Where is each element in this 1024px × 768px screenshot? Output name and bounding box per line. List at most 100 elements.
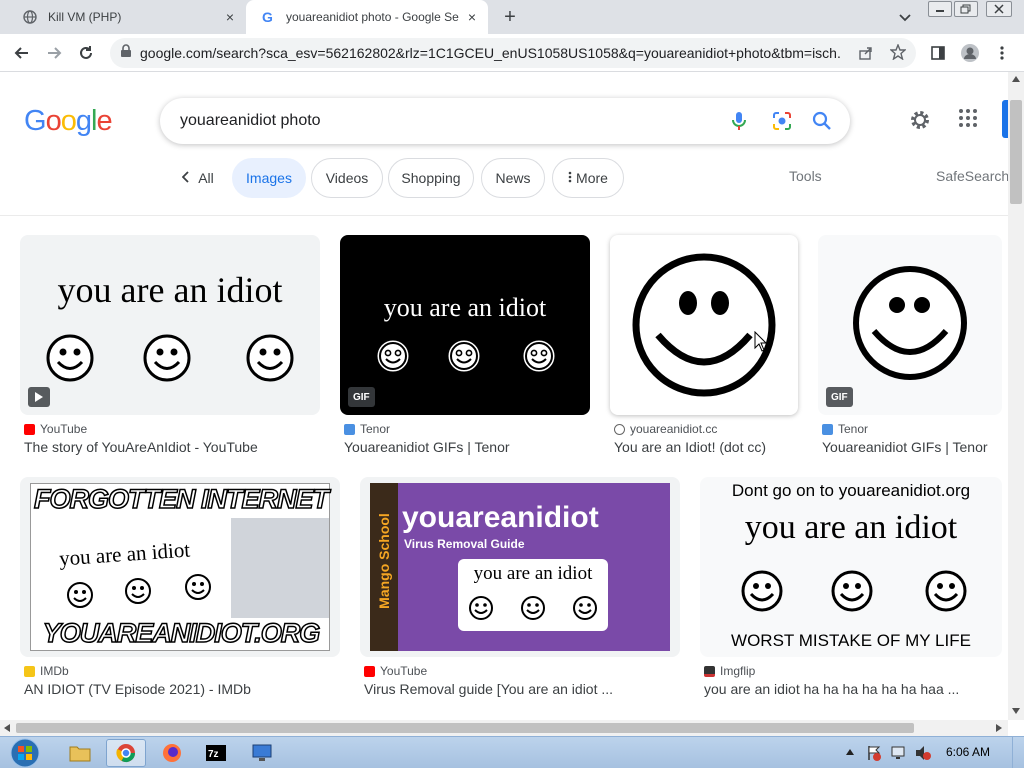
chrome-taskbar-icon[interactable] — [106, 739, 146, 767]
result-title[interactable]: Virus Removal guide [You are an idiot ..… — [364, 681, 680, 697]
remote-desktop-icon[interactable] — [242, 739, 282, 767]
gear-icon[interactable] — [908, 108, 932, 132]
smiley-face-icon — [246, 334, 294, 382]
smiley-face-icon — [143, 334, 191, 382]
result-title[interactable]: Youareanidiot GIFs | Tenor — [822, 439, 1002, 455]
result-thumbnail[interactable]: you are an idiot — [20, 235, 320, 415]
image-result[interactable]: FORGOTTEN INTERNET you are an idiot YOUA… — [20, 477, 340, 709]
file-explorer-icon[interactable] — [60, 739, 100, 767]
image-result[interactable]: Dont go on to youareanidiot.org you are … — [700, 477, 1002, 709]
result-thumbnail[interactable]: Dont go on to youareanidiot.org you are … — [700, 477, 1002, 657]
result-thumbnail[interactable]: GIF — [818, 235, 1002, 415]
chip-all[interactable]: All — [168, 158, 228, 198]
chip-more[interactable]: More — [552, 158, 624, 198]
volume-muted-icon[interactable] — [914, 745, 932, 761]
taskbar-clock[interactable]: 6:06 AM — [946, 745, 990, 759]
microphone-icon[interactable] — [727, 109, 751, 133]
minimize-button[interactable] — [928, 1, 952, 17]
tab-kill-vm[interactable]: Kill VM (PHP) × — [8, 0, 246, 34]
address-bar[interactable]: google.com/search?sca_esv=562162802&rlz=… — [110, 38, 916, 68]
result-source[interactable]: Tenor — [822, 422, 868, 436]
svg-text:G: G — [262, 9, 273, 25]
tab-close-icon[interactable]: × — [464, 9, 480, 25]
show-hidden-icons-icon[interactable] — [846, 749, 854, 755]
close-window-button[interactable] — [986, 1, 1012, 17]
start-button[interactable] — [2, 738, 48, 768]
thumbnail-caption: you are an idiot — [744, 509, 958, 546]
tab-google-search[interactable]: G youareanidiot photo - Google Se × — [246, 0, 488, 34]
safesearch-button[interactable]: SafeSearch — [936, 168, 1009, 184]
chip-videos[interactable]: Videos — [311, 158, 383, 198]
source-label: IMDb — [40, 664, 69, 678]
result-source[interactable]: Tenor — [344, 422, 390, 436]
google-header: Google All — [0, 72, 1009, 216]
scrollbar-thumb[interactable] — [16, 723, 914, 733]
show-desktop-button[interactable] — [1012, 737, 1024, 768]
search-input[interactable] — [180, 98, 700, 144]
reload-icon[interactable] — [74, 41, 98, 65]
new-tab-button[interactable]: + — [500, 6, 520, 28]
search-icon[interactable] — [810, 109, 834, 133]
share-icon[interactable] — [858, 45, 874, 66]
result-thumbnail[interactable]: FORGOTTEN INTERNET you are an idiot YOUA… — [20, 477, 340, 657]
restore-button[interactable] — [954, 1, 978, 17]
side-panel-icon[interactable] — [926, 41, 950, 65]
result-thumbnail[interactable]: you are an idiot GIF — [340, 235, 590, 415]
lock-icon[interactable] — [120, 43, 132, 63]
thumbnail-caption: you are an idiot — [383, 293, 547, 322]
chip-images[interactable]: Images — [232, 158, 306, 198]
back-arrow-icon[interactable] — [10, 41, 34, 65]
chip-label: More — [576, 170, 608, 186]
7zip-icon[interactable]: 7z — [196, 739, 236, 767]
thumbnail-caption-top: FORGOTTEN INTERNET — [33, 483, 330, 515]
scroll-left-arrow-icon[interactable] — [4, 724, 10, 732]
chip-news[interactable]: News — [481, 158, 545, 198]
tenor-favicon-icon — [822, 423, 833, 435]
result-source[interactable]: Imgflip — [704, 664, 755, 678]
result-source[interactable]: YouTube — [364, 664, 427, 678]
bookmark-star-icon[interactable] — [889, 43, 907, 65]
thumbnail-caption: you are an idiot — [473, 563, 593, 584]
scrollbar-thumb[interactable] — [1010, 100, 1022, 204]
image-result[interactable]: Mango School youareanidiot Virus Removal… — [360, 477, 680, 709]
thumbnail-caption-top: Dont go on to youareanidiot.org — [731, 481, 971, 500]
browser-menu-icon[interactable] — [990, 41, 1014, 65]
result-title[interactable]: You are an Idiot! (dot cc) — [614, 439, 804, 455]
tab-close-icon[interactable]: × — [222, 9, 238, 25]
tab-search-chevron-icon[interactable] — [896, 8, 914, 26]
youtube-favicon-icon — [24, 423, 35, 435]
result-title[interactable]: Youareanidiot GIFs | Tenor — [344, 439, 590, 455]
result-title[interactable]: AN IDIOT (TV Episode 2021) - IMDb — [24, 681, 340, 697]
network-icon[interactable] — [890, 745, 908, 761]
apps-grid-icon[interactable] — [958, 108, 982, 132]
action-center-flag-icon[interactable] — [866, 745, 882, 761]
result-source[interactable]: IMDb — [24, 664, 69, 678]
tools-button[interactable]: Tools — [789, 168, 822, 184]
scroll-up-arrow-icon[interactable] — [1012, 76, 1020, 82]
image-result[interactable]: GIF Tenor Youareanidiot GIFs | Tenor — [818, 235, 1002, 467]
result-source[interactable]: youareanidiot.cc — [614, 422, 717, 436]
forward-arrow-icon[interactable] — [42, 41, 66, 65]
windows-taskbar: 7z 6:06 AM — [0, 736, 1024, 768]
chip-shopping[interactable]: Shopping — [388, 158, 474, 198]
result-title[interactable]: you are an idiot ha ha ha ha ha ha haa .… — [704, 681, 1002, 697]
image-result[interactable]: youareanidiot.cc You are an Idiot! (dot … — [610, 235, 798, 467]
smiley-face-icon — [853, 266, 967, 380]
result-source[interactable]: YouTube — [24, 422, 87, 436]
url-text[interactable]: google.com/search?sca_esv=562162802&rlz=… — [140, 45, 840, 61]
lens-camera-icon[interactable] — [770, 109, 794, 133]
image-result[interactable]: you are an idiot YouTube The story of Yo… — [20, 235, 320, 467]
scroll-right-arrow-icon[interactable] — [996, 724, 1002, 732]
result-title[interactable]: The story of YouAreAnIdiot - YouTube — [24, 439, 320, 455]
scroll-down-arrow-icon[interactable] — [1012, 708, 1020, 714]
result-thumbnail[interactable]: Mango School youareanidiot Virus Removal… — [360, 477, 680, 657]
smiley-favicon-icon — [614, 423, 625, 435]
profile-avatar-icon[interactable] — [958, 41, 982, 65]
vertical-scrollbar[interactable] — [1008, 72, 1024, 720]
image-result[interactable]: you are an idiot GIF Tenor Youareanidiot… — [340, 235, 590, 467]
smiley-face-icon — [741, 570, 783, 612]
firefox-icon[interactable] — [152, 739, 192, 767]
result-thumbnail[interactable] — [610, 235, 798, 415]
google-logo[interactable]: Google — [24, 105, 113, 138]
horizontal-scrollbar[interactable] — [0, 720, 1008, 736]
